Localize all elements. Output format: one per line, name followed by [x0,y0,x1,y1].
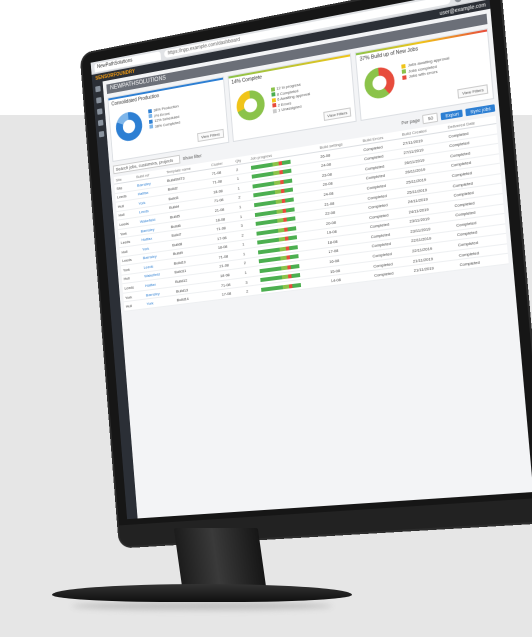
table-cell: 17-08 [219,286,245,300]
settings-icon[interactable] [97,119,104,127]
app-body: NEWPATHSOLUTIONS Consolidated Production… [92,9,532,520]
view-filters-button[interactable]: View Filters [323,107,352,122]
donut-chart [235,88,266,123]
main-content: NEWPATHSOLUTIONS Consolidated Production… [103,9,532,519]
donut-chart [114,109,144,143]
card-legend: Jobs awaiting approval Jobs completed Jo… [401,55,451,80]
donut-chart [363,65,397,101]
progress-bar [261,282,302,292]
home-icon[interactable] [95,85,101,93]
users-icon[interactable] [98,130,105,138]
stand-shadow [72,602,332,610]
export-button[interactable]: Export [440,109,464,121]
card-legend: 38% Production 2% Errors 12% Scheduled 3… [148,103,180,130]
per-page-label: Per page [401,117,421,126]
monitor-stand-base [52,584,352,602]
view-filters-button[interactable]: View Filters [457,84,489,99]
table-cell: Hull [123,299,146,312]
jobs-icon[interactable] [96,96,102,104]
monitor: NewPathSolutions https://npp.example.com… [81,0,532,547]
view-filters-button[interactable]: View Filters [197,128,224,142]
sync-jobs-button[interactable]: Sync jobs [465,104,496,117]
table-cell: 2 [243,285,260,297]
star-icon[interactable] [454,0,463,3]
reports-icon[interactable] [96,108,103,115]
screen: NewPathSolutions https://npp.example.com… [90,0,532,520]
monitor-stand-neck [173,528,267,588]
per-page-select[interactable]: 50 [422,112,439,125]
show-filter-label[interactable]: Show filter [183,153,202,161]
card-legend: 12 In progress 8 Completed 6 Awaiting ap… [270,80,312,114]
